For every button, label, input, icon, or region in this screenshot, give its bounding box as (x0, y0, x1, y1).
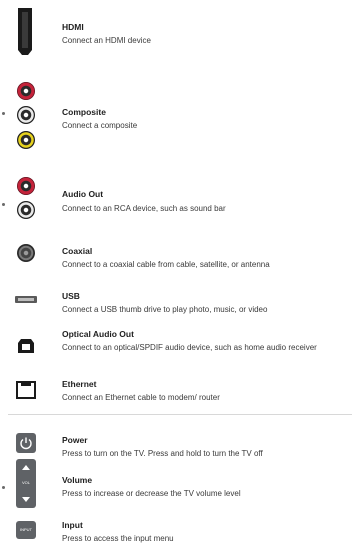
audio-out-title: Audio Out (62, 189, 104, 199)
input-button-icon: INPUT (16, 521, 36, 539)
input-title: Input (62, 520, 83, 530)
coaxial-description: Connect to a coaxial cable from cable, s… (62, 260, 270, 269)
volume-icon-label: VOL (21, 480, 30, 485)
power-button-icon (16, 433, 36, 453)
rca-white-jack-icon (17, 106, 35, 124)
audio-out-description: Connect to an RCA device, such as sound … (62, 204, 226, 213)
coaxial-title: Coaxial (62, 246, 93, 256)
hdmi-port-icon (18, 8, 32, 55)
hdmi-description: Connect an HDMI device (62, 36, 151, 45)
bullet-dot (2, 486, 5, 489)
coaxial-port-icon (17, 244, 35, 262)
composite-description: Connect a composite (62, 121, 138, 130)
volume-description: Press to increase or decrease the TV vol… (62, 489, 241, 498)
ethernet-description: Connect an Ethernet cable to modem/ rout… (62, 393, 220, 402)
ethernet-title: Ethernet (62, 379, 97, 389)
rca-white-jack-icon (17, 201, 35, 219)
bullet-dot (2, 112, 5, 115)
power-icon (20, 437, 32, 450)
volume-button-icon: VOL (16, 459, 36, 508)
rca-red-jack-icon (17, 177, 35, 195)
usb-port-icon (15, 296, 37, 303)
usb-title: USB (62, 291, 80, 301)
input-description: Press to access the input menu (62, 534, 174, 543)
optical-audio-out-description: Connect to an optical/SPDIF audio device… (62, 343, 317, 352)
hdmi-title: HDMI (62, 22, 84, 32)
power-title: Power (62, 435, 88, 445)
bullet-dot (2, 203, 5, 206)
volume-title: Volume (62, 475, 93, 485)
rca-red-jack-icon (17, 82, 35, 100)
optical-port-icon (18, 339, 34, 353)
power-description: Press to turn on the TV. Press and hold … (62, 449, 263, 458)
section-divider (8, 414, 352, 415)
optical-audio-out-title: Optical Audio Out (62, 329, 134, 339)
ethernet-port-icon (16, 381, 36, 399)
usb-description: Connect a USB thumb drive to play photo,… (62, 305, 268, 314)
rca-yellow-jack-icon (17, 131, 35, 149)
input-icon-label: INPUT (20, 527, 32, 532)
composite-title: Composite (62, 107, 106, 117)
